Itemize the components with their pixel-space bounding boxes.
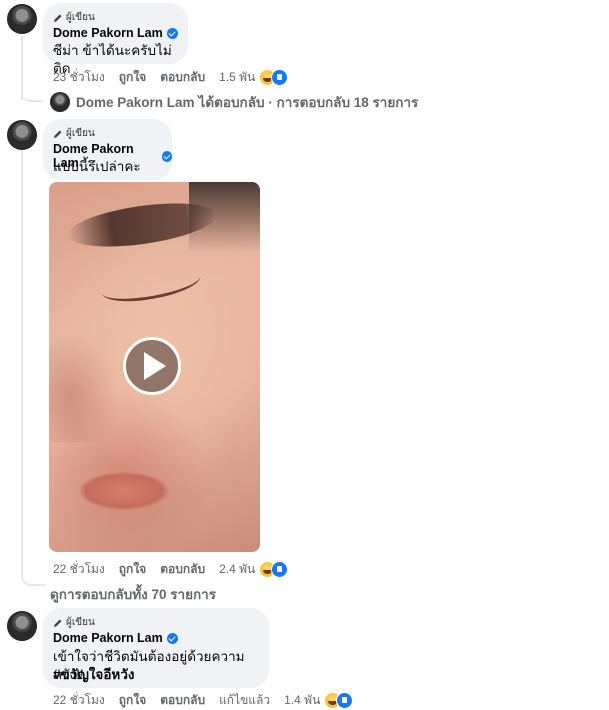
avatar[interactable] (7, 4, 37, 34)
comment-bubble: ผู้เขียน Dome Pakorn Lam ซีม่า ข้าได้นะค… (43, 3, 188, 76)
pencil-icon (54, 619, 62, 627)
author-name[interactable]: Dome Pakorn Lam (53, 631, 178, 645)
like-reaction-icon (271, 561, 289, 578)
thread-line (21, 150, 23, 578)
thread-connector (21, 570, 45, 586)
avatar[interactable] (7, 611, 37, 641)
nose-shadow (49, 332, 119, 442)
timestamp[interactable]: 23 ชั่วโมง (53, 68, 105, 87)
like-button[interactable]: ถูกใจ (119, 68, 146, 87)
reply-button[interactable]: ตอบกลับ (160, 560, 205, 579)
thread-connector (21, 84, 43, 102)
reply-button[interactable]: ตอบกลับ (160, 691, 205, 710)
like-button[interactable]: ถูกใจ (119, 691, 146, 710)
reaction-icons[interactable] (259, 561, 289, 578)
author-badge: ผู้เขียน (53, 10, 95, 25)
pencil-icon (54, 14, 62, 22)
verified-icon (166, 632, 178, 644)
comment-actions: 22 ชั่วโมง ถูกใจ ตอบกลับ 2.4 พัน (53, 560, 289, 579)
timestamp[interactable]: 22 ชั่วโมง (53, 560, 105, 579)
reply-count-text[interactable]: ได้ตอบกลับ · การตอบกลับ 18 รายการ (199, 91, 419, 113)
lips-shape (79, 472, 169, 510)
badge-label: ผู้เขียน (66, 128, 95, 139)
badge-label: ผู้เขียน (66, 12, 95, 23)
like-reaction-icon (336, 692, 354, 709)
like-button[interactable]: ถูกใจ (119, 560, 146, 579)
video-attachment[interactable] (49, 182, 260, 552)
eyelid-shape (99, 261, 203, 308)
author-badge: ผู้เขียน (53, 615, 95, 630)
comment-bubble: ผู้เขียน Dome Pakorn Lam แบบนี้รึเปล่าคะ (43, 119, 172, 180)
comment-actions: 23 ชั่วโมง ถูกใจ ตอบกลับ 1.5 พัน (53, 68, 289, 87)
like-reaction-icon (271, 69, 289, 86)
avatar (50, 92, 70, 112)
reaction-count[interactable]: 2.4 พัน (219, 560, 255, 579)
edited-label: แก้ไขแล้ว (219, 693, 271, 707)
author-badge: ผู้เขียน (53, 126, 95, 141)
author-name-text[interactable]: Dome Pakorn Lam (53, 631, 163, 645)
play-icon (144, 352, 166, 380)
hashtag-link[interactable]: #ขวัญใจอีหวัง (53, 666, 135, 684)
comment-text: แบบนี้รึเปล่าคะ (53, 159, 141, 174)
reply-button[interactable]: ตอบกลับ (160, 68, 205, 87)
pencil-icon (54, 130, 62, 138)
replies-summary[interactable]: Dome Pakorn Lam ได้ตอบกลับ · การตอบกลับ … (50, 91, 418, 113)
timestamp[interactable]: 22 ชั่วโมง (53, 691, 105, 710)
badge-label: ผู้เขียน (66, 617, 95, 628)
reply-author[interactable]: Dome Pakorn Lam (76, 95, 195, 110)
verified-icon (166, 27, 178, 39)
reaction-count[interactable]: 1.5 พัน (219, 68, 255, 87)
verified-icon (161, 150, 172, 162)
reaction-icons[interactable] (259, 69, 289, 86)
reaction-icons[interactable] (324, 692, 354, 709)
view-all-replies-link[interactable]: ดูการตอบกลับทั้ง 70 รายการ (50, 583, 216, 605)
avatar[interactable] (7, 120, 37, 150)
comment-actions: 22 ชั่วโมง ถูกใจ ตอบกลับ แก้ไขแล้ว 1.4 พ… (53, 691, 354, 710)
reaction-count[interactable]: 1.4 พัน (284, 691, 320, 710)
author-name[interactable]: Dome Pakorn Lam (53, 26, 178, 40)
comment-bubble: ผู้เขียน Dome Pakorn Lam เข้าใจว่าชีวิตม… (43, 608, 269, 688)
author-name-text[interactable]: Dome Pakorn Lam (53, 26, 163, 40)
play-button[interactable] (123, 337, 181, 395)
